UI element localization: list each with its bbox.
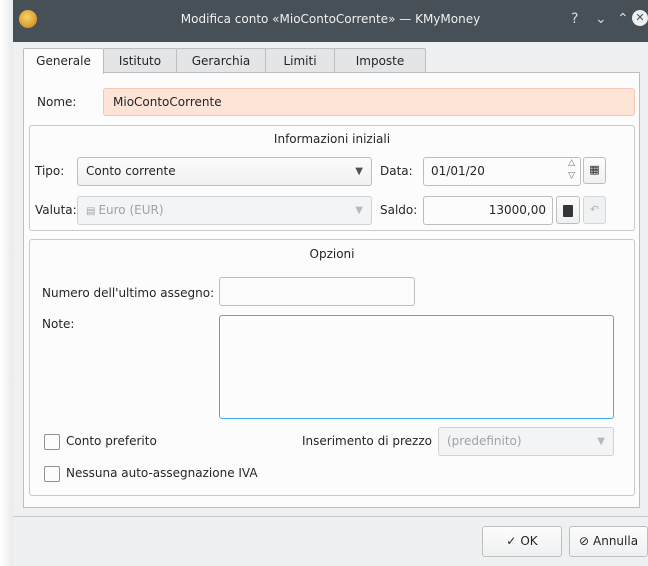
type-label: Tipo: — [35, 164, 65, 178]
check-icon: ✓ — [506, 534, 517, 548]
notes-textarea[interactable] — [219, 315, 614, 419]
undo-icon: ↶ — [589, 203, 600, 216]
chevron-down-icon: ▼ — [355, 205, 363, 216]
cancel-button[interactable]: ⊘ Annulla — [569, 526, 648, 557]
favorite-label[interactable]: Conto preferito — [66, 434, 157, 448]
calculator-icon — [563, 204, 573, 217]
no-vat-checkbox[interactable] — [44, 466, 60, 482]
background-edge — [0, 0, 13, 566]
price-entry-label: Inserimento di prezzo — [302, 434, 432, 448]
tab-gerarchia[interactable]: Gerarchia — [176, 48, 266, 73]
account-type-value: Conto corrente — [86, 164, 176, 178]
balance-label: Saldo: — [380, 203, 418, 217]
general-tab-panel: Nome: MioContoCorrente Informazioni iniz… — [23, 72, 640, 508]
initial-info-title: Informazioni iniziali — [273, 132, 391, 146]
name-label: Nome: — [37, 95, 77, 109]
close-button[interactable]: ✕ — [632, 10, 648, 26]
currency-value: Euro (EUR) — [98, 203, 164, 217]
no-vat-label[interactable]: Nessuna auto-assegnazione IVA — [66, 466, 258, 480]
options-title: Opzioni — [309, 247, 355, 261]
reset-button[interactable]: ↶ — [583, 196, 606, 224]
currency-select[interactable]: ▤ Euro (EUR) ▼ — [77, 196, 372, 225]
calendar-icon: ▦ — [589, 163, 600, 176]
help-button[interactable]: ? — [571, 11, 578, 27]
tab-limiti[interactable]: Limiti — [265, 48, 335, 73]
account-type-select[interactable]: Conto corrente ▼ — [77, 157, 372, 186]
account-edit-dialog: Modifica conto «MioContoCorrente» — KMyM… — [13, 0, 648, 566]
notes-label: Note: — [42, 317, 75, 331]
favorite-checkbox[interactable] — [44, 434, 60, 450]
options-group: Opzioni Numero dell'ultimo assegno: Note… — [29, 239, 635, 496]
cancel-label: Annulla — [593, 534, 639, 548]
ok-label: OK — [520, 534, 538, 548]
price-entry-value: (predefinito) — [447, 434, 522, 448]
initial-info-group: Informazioni iniziali Tipo: Conto corren… — [29, 125, 635, 231]
tab-istituto[interactable]: Istituto — [103, 48, 177, 73]
minimize-button[interactable]: ⌄ — [595, 11, 607, 27]
last-check-label: Numero dell'ultimo assegno: — [42, 286, 215, 300]
footer-separator — [13, 516, 648, 517]
cancel-icon: ⊘ — [578, 534, 589, 548]
currency-icon: ▤ — [86, 206, 96, 217]
chevron-down-icon: ▼ — [597, 436, 605, 447]
spinner-arrows-icon[interactable]: △ ▽ — [568, 157, 575, 183]
calculator-button[interactable] — [556, 196, 580, 224]
tab-generale[interactable]: Generale — [23, 48, 104, 74]
date-value: 01/01/20 — [431, 164, 485, 178]
date-input[interactable]: 01/01/20 △ ▽ — [423, 157, 581, 186]
calendar-button[interactable]: ▦ — [583, 157, 606, 184]
price-entry-select[interactable]: (predefinito) ▼ — [438, 427, 614, 456]
balance-input[interactable]: 13000,00 — [423, 196, 553, 225]
ok-button[interactable]: ✓ OK — [482, 526, 562, 557]
window-title: Modifica conto «MioContoCorrente» — KMyM… — [180, 12, 481, 26]
title-bar: Modifica conto «MioContoCorrente» — KMyM… — [13, 0, 648, 42]
tab-imposte[interactable]: Imposte — [334, 48, 426, 73]
date-label: Data: — [380, 164, 413, 178]
last-check-input[interactable] — [219, 277, 415, 306]
maximize-button[interactable]: ⌃ — [617, 11, 629, 27]
name-input[interactable]: MioContoCorrente — [103, 88, 635, 116]
chevron-down-icon: ▼ — [355, 166, 363, 177]
currency-label: Valuta: — [35, 203, 77, 217]
